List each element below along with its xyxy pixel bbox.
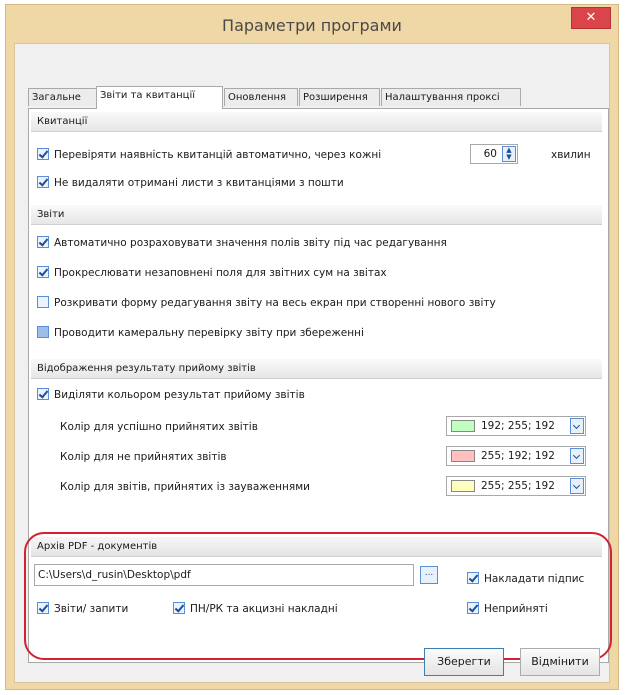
- section-header-display: Відображення результату прийому звітів: [31, 359, 602, 379]
- save-button[interactable]: Зберегти: [424, 648, 504, 676]
- tab-label: Оновлення: [228, 92, 287, 103]
- tab-label: Загальне: [32, 92, 81, 103]
- sign-checkbox[interactable]: [467, 572, 479, 584]
- window-title: Параметри програми: [222, 16, 402, 35]
- keep-letters-checkbox[interactable]: [37, 176, 49, 188]
- check-receipts-checkbox[interactable]: [37, 148, 49, 160]
- title-bar[interactable]: Параметри програми ✕: [6, 5, 618, 43]
- tab-extensions[interactable]: Розширення: [299, 88, 380, 106]
- highlight-result-row[interactable]: Виділяти кольором результат прийому звіт…: [37, 385, 305, 405]
- report-option-desk-check[interactable]: Проводити камеральну перевірку звіту при…: [37, 323, 364, 343]
- keep-letters-row[interactable]: Не видаляти отримані листи з квитанціями…: [37, 173, 344, 193]
- color-swatch-remarks: [451, 480, 475, 492]
- chevron-down-icon[interactable]: [570, 478, 584, 494]
- fullscreen-checkbox[interactable]: [37, 296, 49, 308]
- tab-proxy-settings[interactable]: Налаштування проксі: [381, 88, 521, 106]
- strike-empty-label: Прокреслювати незаповнені поля для звітн…: [54, 267, 387, 279]
- sign-row[interactable]: Накладати підпис: [467, 569, 584, 589]
- interval-value: 60: [483, 148, 497, 160]
- interval-unit-label: хвилин: [551, 149, 591, 161]
- auto-calc-checkbox[interactable]: [37, 236, 49, 248]
- interval-spinbox[interactable]: 60 ▲ ▼: [470, 144, 518, 164]
- color-rejected-picker[interactable]: 255; 192; 192: [446, 446, 586, 466]
- chevron-down-icon[interactable]: [570, 448, 584, 464]
- section-header-receipts: Квитанції: [31, 112, 602, 132]
- fullscreen-label: Розкривати форму редагування звіту на ве…: [54, 297, 496, 309]
- section-header-pdf: Архів PDF - документів: [31, 537, 602, 557]
- report-option-auto-calc[interactable]: Автоматично розраховувати значення полів…: [37, 233, 447, 253]
- tab-label: Звіти та квитанції: [100, 90, 196, 101]
- chevron-down-icon[interactable]: [570, 418, 584, 434]
- color-accepted-label: Колір для успішно прийнятих звітів: [60, 421, 258, 433]
- report-option-strike-empty[interactable]: Прокреслювати незаповнені поля для звітн…: [37, 263, 387, 283]
- color-remarks-value: 255; 255; 192: [481, 480, 555, 492]
- spin-arrows-icon[interactable]: ▲ ▼: [502, 146, 516, 162]
- pdf-rejected-label: Неприйняті: [484, 603, 548, 615]
- tab-label: Розширення: [303, 92, 368, 103]
- tab-updates[interactable]: Оновлення: [224, 88, 298, 106]
- keep-letters-label: Не видаляти отримані листи з квитанціями…: [54, 177, 344, 189]
- color-swatch-rejected: [451, 450, 475, 462]
- pdf-invoices-label: ПН/РК та акцизні накладні: [190, 603, 338, 615]
- check-receipts-row[interactable]: Перевіряти наявність квитанцій автоматич…: [37, 145, 381, 165]
- auto-calc-label: Автоматично розраховувати значення полів…: [54, 237, 447, 249]
- pdf-rejected-checkbox[interactable]: [467, 602, 479, 614]
- report-option-fullscreen[interactable]: Розкривати форму редагування звіту на ве…: [37, 293, 496, 313]
- pdf-rejected-row[interactable]: Неприйняті: [467, 599, 548, 619]
- color-rejected-label: Колір для не прийнятих звітів: [60, 451, 227, 463]
- cancel-button[interactable]: Відмінити: [520, 648, 600, 676]
- close-icon: ✕: [585, 10, 597, 25]
- desk-check-checkbox[interactable]: [37, 326, 49, 338]
- strike-empty-checkbox[interactable]: [37, 266, 49, 278]
- close-button[interactable]: ✕: [571, 7, 611, 29]
- sign-label: Накладати підпис: [484, 573, 585, 585]
- tab-label: Налаштування проксі: [385, 92, 500, 103]
- check-receipts-label: Перевіряти наявність квитанцій автоматич…: [54, 149, 382, 161]
- color-accepted-picker[interactable]: 192; 255; 192: [446, 416, 586, 436]
- highlight-result-label: Виділяти кольором результат прийому звіт…: [54, 389, 305, 401]
- color-remarks-picker[interactable]: 255; 255; 192: [446, 476, 586, 496]
- pdf-invoices-checkbox[interactable]: [173, 602, 185, 614]
- pdf-reports-label: Звіти/ запити: [54, 603, 129, 615]
- pdf-invoices-row[interactable]: ПН/РК та акцизні накладні: [173, 599, 338, 619]
- desk-check-label: Проводити камеральну перевірку звіту при…: [54, 327, 364, 339]
- browse-folder-button[interactable]: ...: [420, 566, 438, 584]
- highlight-result-checkbox[interactable]: [37, 388, 49, 400]
- tab-reports-receipts[interactable]: Звіти та квитанції: [96, 86, 223, 109]
- section-header-reports: Звіти: [31, 205, 602, 225]
- pdf-reports-row[interactable]: Звіти/ запити: [37, 599, 128, 619]
- color-swatch-accepted: [451, 420, 475, 432]
- pdf-path-input[interactable]: C:\Users\d_rusin\Desktop\pdf: [34, 564, 414, 586]
- tab-general[interactable]: Загальне: [28, 88, 97, 106]
- pdf-reports-checkbox[interactable]: [37, 602, 49, 614]
- color-remarks-label: Колір для звітів, прийнятих із зауваженн…: [60, 481, 310, 493]
- color-rejected-value: 255; 192; 192: [481, 450, 555, 462]
- color-accepted-value: 192; 255; 192: [481, 420, 555, 432]
